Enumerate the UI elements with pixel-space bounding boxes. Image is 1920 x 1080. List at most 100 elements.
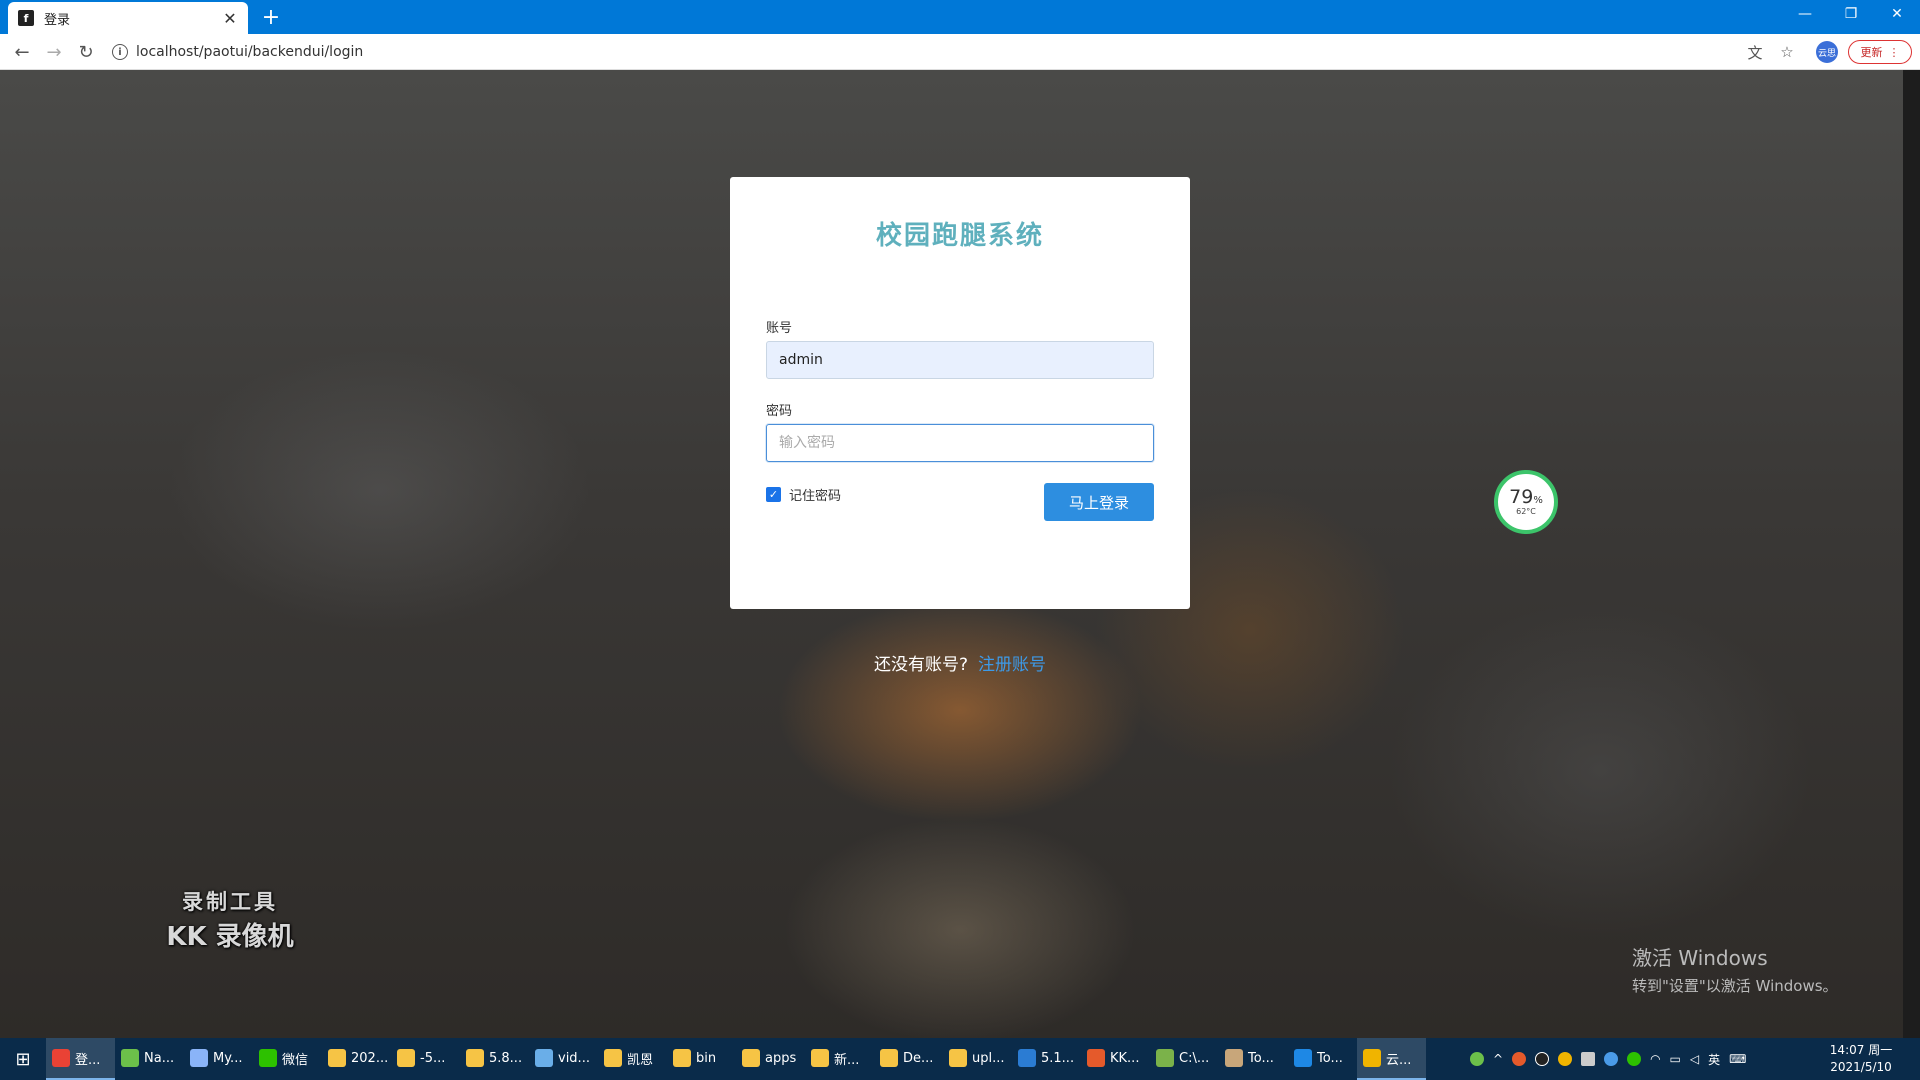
keyboard-icon[interactable]: ⌨ [1729,1052,1746,1066]
taskbar-item[interactable]: My... [184,1038,253,1080]
translate-icon[interactable]: 文 [1745,42,1765,62]
app-icon [604,1049,622,1067]
qq-tray-icon[interactable] [1535,1052,1550,1066]
restore-button[interactable]: ❐ [1828,0,1874,28]
close-icon[interactable]: ✕ [222,9,238,28]
taskbar-item[interactable]: upl... [943,1038,1012,1080]
volume-icon[interactable]: ◁ [1690,1052,1699,1066]
taskbar-apps: 登... Na... My... 微信 202... -5... 5.8... vid... 凯… [46,1038,1426,1080]
register-prompt: 还没有账号? 注册账号 [0,650,1920,675]
profile-avatar[interactable]: 云思 [1816,41,1838,63]
taskbar-item[interactable]: 5.8... [460,1038,529,1080]
battery-icon[interactable] [1470,1052,1484,1066]
app-tray-icon[interactable] [1558,1052,1573,1066]
taskbar-item-label: KK... [1110,1050,1140,1066]
back-icon[interactable]: ← [10,40,34,64]
forward-icon[interactable]: → [42,40,66,64]
network-icon[interactable]: ▭ [1670,1052,1681,1066]
activate-subtitle: 转到"设置"以激活 Windows。 [1632,977,1838,995]
taskbar-item[interactable]: 微信 [253,1038,322,1080]
taskbar-item-label: Na... [144,1050,175,1066]
ime-indicator[interactable]: 英 [1708,1051,1720,1068]
app-icon [949,1049,967,1067]
screen-tray-icon[interactable] [1581,1052,1596,1066]
gauge-temp: 62°C [1516,507,1536,516]
wifi-icon[interactable]: ◠ [1650,1052,1660,1066]
taskbar-item[interactable]: To... [1219,1038,1288,1080]
shield-tray-icon[interactable] [1604,1052,1619,1066]
minimize-button[interactable]: — [1782,0,1828,28]
taskbar-item-label: De... [903,1050,934,1066]
taskbar-item[interactable]: vid... [529,1038,598,1080]
taskbar-item-label: bin [696,1050,717,1066]
update-label: 更新 [1860,46,1883,59]
app-icon [121,1049,139,1067]
remember-label: 记住密码 [789,489,842,504]
app-icon [1294,1049,1312,1067]
remember-password[interactable]: ✓ 记住密码 [766,485,841,504]
app-icon [673,1049,691,1067]
app-icon [880,1049,898,1067]
tray-expand-icon[interactable]: ^ [1493,1052,1503,1066]
register-link[interactable]: 注册账号 [978,655,1046,675]
app-icon [397,1049,415,1067]
taskbar-item-label: 登... [75,1052,101,1068]
recorder-tray-icon[interactable] [1512,1052,1527,1066]
page-viewport: 校园跑腿系统 账号 密码 ✓ 记住密码 马上登录 还没有账号? 注册账号 79% … [0,70,1920,1038]
taskbar-item[interactable]: C:\... [1150,1038,1219,1080]
tab-strip: f 登录 ✕ + — ❐ ✕ [0,0,1920,34]
wechat-tray-icon[interactable] [1627,1052,1642,1066]
app-icon [259,1049,277,1067]
taskbar-item[interactable]: 登... [46,1038,115,1080]
taskbar-item[interactable]: Na... [115,1038,184,1080]
taskbar-item-label: 新... [834,1052,860,1068]
taskbar-item[interactable]: bin [667,1038,736,1080]
taskbar-item-label: apps [765,1050,797,1066]
cpu-gauge-widget[interactable]: 79% 62°C [1494,470,1558,534]
clock-date: 2021/5/10 [1830,1060,1892,1074]
app-icon [1087,1049,1105,1067]
taskbar-item[interactable]: De... [874,1038,943,1080]
tab-login[interactable]: f 登录 ✕ [8,2,248,34]
update-button[interactable]: 更新 ⋮ [1848,40,1912,64]
taskbar-item-label: 云... [1386,1052,1412,1068]
taskbar-item-label: 微信 [282,1052,309,1068]
browser-toolbar: ← → ↻ i localhost/paotui/backendui/login… [0,34,1920,70]
bookmark-star-icon[interactable]: ☆ [1777,42,1797,62]
activate-title: 激活 Windows [1632,946,1768,970]
reload-icon[interactable]: ↻ [74,40,98,64]
account-input[interactable] [766,341,1154,379]
app-icon [1363,1049,1381,1067]
windows-start-icon[interactable]: ⊞ [0,1038,46,1080]
taskbar-item[interactable]: 5.1... [1012,1038,1081,1080]
taskbar-item-label: upl... [972,1050,1005,1066]
taskbar-item[interactable]: -5... [391,1038,460,1080]
taskbar-item-label: 凯恩 [627,1052,654,1068]
system-title: 校园跑腿系统 [875,221,1044,251]
new-tab-button[interactable]: + [258,4,284,30]
taskbar-item[interactable]: KK... [1081,1038,1150,1080]
tab-title: 登录 [44,12,71,28]
taskbar-item[interactable]: 凯恩 [598,1038,667,1080]
favicon-icon: f [18,10,34,26]
taskbar-item-label: To... [1317,1050,1343,1066]
taskbar-item[interactable]: 新... [805,1038,874,1080]
gauge-percent: 79% [1509,486,1543,508]
address-bar[interactable]: i localhost/paotui/backendui/login [112,39,1742,65]
taskbar-item[interactable]: 云... [1357,1038,1426,1080]
window-close-button[interactable]: ✕ [1874,0,1920,28]
page-scrollbar[interactable] [1903,70,1920,1038]
url-text: localhost/paotui/backendui/login [136,44,364,60]
taskbar-clock[interactable]: 14:07 周一 2021/5/10 [1816,1042,1906,1076]
app-icon [535,1049,553,1067]
taskbar-item[interactable]: To... [1288,1038,1357,1080]
password-input[interactable] [766,424,1154,462]
taskbar-item[interactable]: apps [736,1038,805,1080]
info-icon[interactable]: i [112,44,128,60]
app-icon [1018,1049,1036,1067]
taskbar-item[interactable]: 202... [322,1038,391,1080]
login-button[interactable]: 马上登录 [1044,483,1154,521]
password-label: 密码 [766,404,793,419]
app-icon [811,1049,829,1067]
remember-checkbox[interactable]: ✓ [766,487,781,502]
